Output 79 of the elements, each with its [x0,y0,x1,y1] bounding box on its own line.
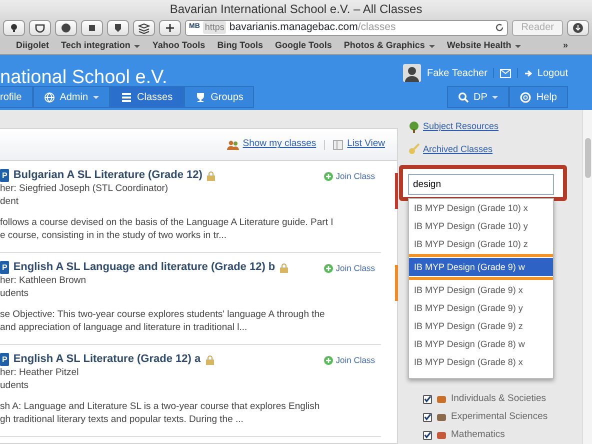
download-icon[interactable] [572,22,584,34]
suggestion-item[interactable]: IB MYP Design (Grade 9) z [409,317,553,335]
list-view-link[interactable]: List View [333,137,385,152]
bookmark[interactable]: Tech integration [61,39,140,53]
lock-icon [280,262,288,272]
tree-icon [408,120,420,133]
bookmark[interactable]: Google Tools [275,39,332,53]
nav-tab[interactable]: Groups [184,86,254,108]
description-text: sh A: Language and Literature SL is a two-year course that explores English gh traditional literary texts and popular texts. During the ... [0,400,321,426]
plus-circle-icon [324,264,333,273]
suggestion-item[interactable]: IB MYP Design (Grade 9) x [409,281,553,299]
suggestion-item[interactable]: IB MYP Design (Grade 8) x [409,353,553,371]
description-text: se Objective: This two-year course explores students' language A through the and appreciation of language and literature in traditional l... [0,308,326,334]
checkbox[interactable] [423,394,432,404]
subject-label: Mathematics [451,428,505,442]
search-icon [458,92,469,102]
https-label: https [202,20,226,34]
suggestion-item[interactable]: IB MYP Design (Grade 10) y [409,217,553,235]
teacher-text: her: Siegfried Joseph (STL Coordinator) [0,182,170,195]
url-path: /classes [358,20,396,35]
plus-icon[interactable] [164,22,176,34]
sphere-icon[interactable] [60,22,72,34]
reload-icon [495,23,504,32]
scrollbar[interactable] [582,110,592,444]
bookmark[interactable]: Photos & Graphics [344,39,435,53]
lock-icon [207,170,216,180]
suggestion-item[interactable]: IB MYP Design (Grade 8) w [409,335,553,353]
bookmark[interactable]: Bing Tools [217,39,264,53]
lightbulb-icon[interactable] [8,22,20,34]
window-title: Bavarian International School e.V. – All Classes [170,0,422,18]
avatar-icon [403,64,421,82]
trophy-icon [194,92,206,102]
mail-icon[interactable] [500,68,512,78]
globe-icon [44,92,55,102]
teacher-text: her: Kathleen Brown [0,274,88,287]
overflow-button[interactable]: » [562,39,568,53]
students-text: dent [0,195,20,208]
layers-icon[interactable] [138,22,150,34]
subject-icon [436,430,447,440]
students-text: udents [0,379,30,392]
show-my-classes-link[interactable]: Show my classes [226,137,316,152]
join-class-link[interactable]: Join Class [324,262,375,275]
list-icon [121,92,132,102]
lifebuoy-icon [520,92,532,102]
logout-icon [524,68,534,78]
description-text: follows a course devised on the basis of the Language A Literature guide. Part I e course, consisting in in the study of two works in tr... [0,216,334,242]
nav-button[interactable]: Help [509,86,568,108]
shield-icon[interactable] [112,22,124,34]
join-class-link[interactable]: Join Class [324,170,375,183]
nav-button[interactable]: DP [446,86,510,108]
checkbox[interactable] [423,412,432,422]
suggestion-item[interactable]: IB MYP Design (Grade 9) y [409,299,553,317]
search-field[interactable]: design [408,174,554,195]
students-text: udents [0,287,30,300]
bookmark[interactable]: Diigolet [16,39,49,53]
checkbox[interactable] [423,430,432,440]
sidebar-link[interactable]: Subject Resources [408,120,580,134]
nav-tab[interactable]: Classes [110,86,184,108]
sidebar-link[interactable]: Archived Classes [408,142,580,156]
key-icon [408,143,420,156]
subject-label: Experimental Sciences [451,410,548,424]
nav-tab[interactable]: rofile [0,86,33,108]
bookmark[interactable]: Yahoo Tools [152,39,206,53]
url-host: bavarianis.managebac.com [229,20,358,35]
list-view-icon [333,140,344,150]
people-icon [226,140,239,150]
bookmark[interactable]: Website Health [446,39,522,53]
subject-label: Individuals & Societies [451,392,546,406]
suggestion-item[interactable]: IB MYP Design (Grade 10) x [409,199,553,217]
suggestion-item[interactable]: IB MYP Design (Grade 9) w [409,258,553,276]
subject-icon [436,394,447,404]
nav-tab[interactable]: Admin [32,86,110,108]
teacher-text: her: Heather Pitzel [0,366,80,379]
subject-icon [436,412,447,422]
lock-icon [206,354,214,364]
plus-circle-icon [324,356,333,365]
suggestion-item[interactable]: IB MYP Design (Grade 10) z [409,235,553,253]
join-class-link[interactable]: Join Class [324,354,375,367]
plus-circle-icon [324,172,333,181]
